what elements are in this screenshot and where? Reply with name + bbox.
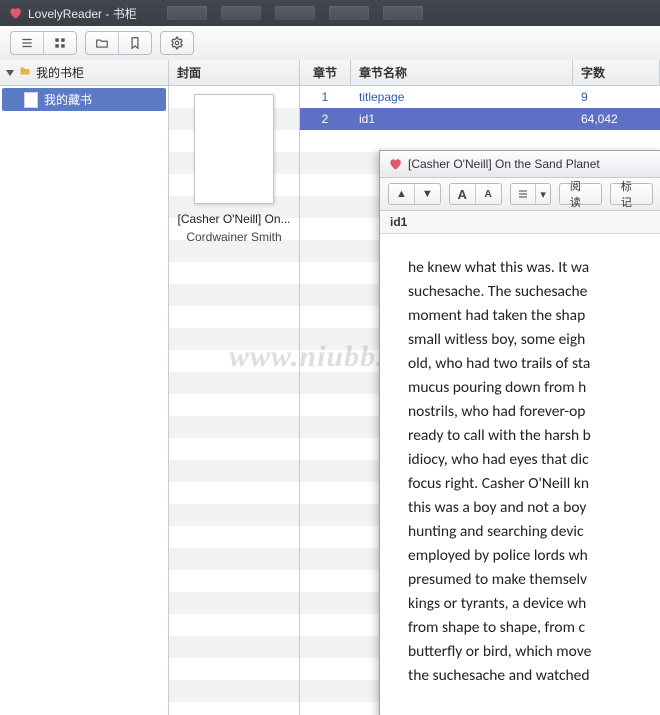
tab-thumb[interactable] <box>167 6 207 20</box>
col-word-count[interactable]: 字数 <box>573 60 660 85</box>
chevron-down-icon <box>6 70 14 76</box>
titlebar-tab-previews <box>167 6 423 20</box>
tab-thumb[interactable] <box>221 6 261 20</box>
window-title: LovelyReader - 书柜 <box>28 5 137 22</box>
book-body: [Casher O'Neill] On... Cordwainer Smith <box>169 86 299 715</box>
read-mode-button[interactable]: 阅读 <box>559 183 602 205</box>
cell-num: 2 <box>300 112 351 126</box>
folder-icon <box>18 65 32 80</box>
sidebar: 我的书柜 我的藏书 <box>0 60 169 715</box>
cell-words: 64,042 <box>573 112 660 126</box>
prev-chapter-button[interactable]: ▲ <box>389 184 415 204</box>
library-group <box>85 31 152 55</box>
open-folder-button[interactable] <box>86 32 119 54</box>
tree-item-label: 我的藏书 <box>44 91 92 108</box>
reader-titlebar[interactable]: [Casher O'Neill] On the Sand Planet <box>380 151 660 178</box>
app-heart-icon <box>388 157 402 171</box>
reader-chapter-crumb: id1 <box>380 211 660 234</box>
mark-button[interactable]: 标记 <box>610 183 653 205</box>
font-decrease-button[interactable]: A <box>476 184 501 204</box>
book-cover[interactable] <box>194 94 274 204</box>
tab-thumb[interactable] <box>383 6 423 20</box>
reader-window[interactable]: [Casher O'Neill] On the Sand Planet ▲ ▼ … <box>379 150 660 715</box>
cover-header: 封面 <box>169 60 299 86</box>
book-title: [Casher O'Neill] On... <box>178 212 291 226</box>
reader-body[interactable]: he knew what this was. It wa suchesache.… <box>380 234 660 715</box>
list-view-button[interactable] <box>11 32 44 54</box>
cell-num: 1 <box>300 90 351 104</box>
next-chapter-button[interactable]: ▼ <box>415 184 440 204</box>
tree-root-label: 我的书柜 <box>36 64 84 81</box>
col-chapter-num[interactable]: 章节 <box>300 60 351 85</box>
chapter-row[interactable]: 2 id1 64,042 <box>300 108 660 130</box>
view-mode-group <box>10 31 77 55</box>
bookmark-button[interactable] <box>119 32 151 54</box>
toc-dropdown-button[interactable]: ▾ <box>536 184 549 204</box>
tree-root[interactable]: 我的书柜 <box>0 60 168 86</box>
chapter-row[interactable]: 1 titlepage 9 <box>300 86 660 108</box>
cell-name: titlepage <box>351 90 573 104</box>
col-chapter-name[interactable]: 章节名称 <box>351 60 573 85</box>
reader-text: he knew what this was. It wa suchesache.… <box>408 256 660 688</box>
grid-view-button[interactable] <box>44 32 76 54</box>
tree-item-collection[interactable]: 我的藏书 <box>2 88 166 111</box>
reader-title-text: [Casher O'Neill] On the Sand Planet <box>408 157 600 171</box>
tab-thumb[interactable] <box>329 6 369 20</box>
titlebar[interactable]: LovelyReader - 书柜 <box>0 0 660 26</box>
settings-group <box>160 31 194 55</box>
main-window: LovelyReader - 书柜 <box>0 0 660 715</box>
tab-thumb[interactable] <box>275 6 315 20</box>
settings-button[interactable] <box>161 32 193 54</box>
toc-button[interactable] <box>511 184 537 204</box>
reader-toc-group: ▾ <box>510 183 551 205</box>
book-author: Cordwainer Smith <box>186 230 281 244</box>
chapter-header-row: 章节 章节名称 字数 <box>300 60 660 86</box>
cell-name: id1 <box>351 112 573 126</box>
app-heart-icon <box>8 6 22 20</box>
document-icon <box>24 92 38 108</box>
font-increase-button[interactable]: A <box>450 184 476 204</box>
reader-toolbar: ▲ ▼ A A ▾ 阅读 标记 <box>380 178 660 211</box>
reader-nav-group: ▲ ▼ <box>388 183 441 205</box>
cell-words: 9 <box>573 90 660 104</box>
main-toolbar <box>0 26 660 61</box>
reader-font-group: A A <box>449 183 502 205</box>
book-column: 封面 [Casher O'Neill] On... Cordwainer Smi… <box>169 60 300 715</box>
